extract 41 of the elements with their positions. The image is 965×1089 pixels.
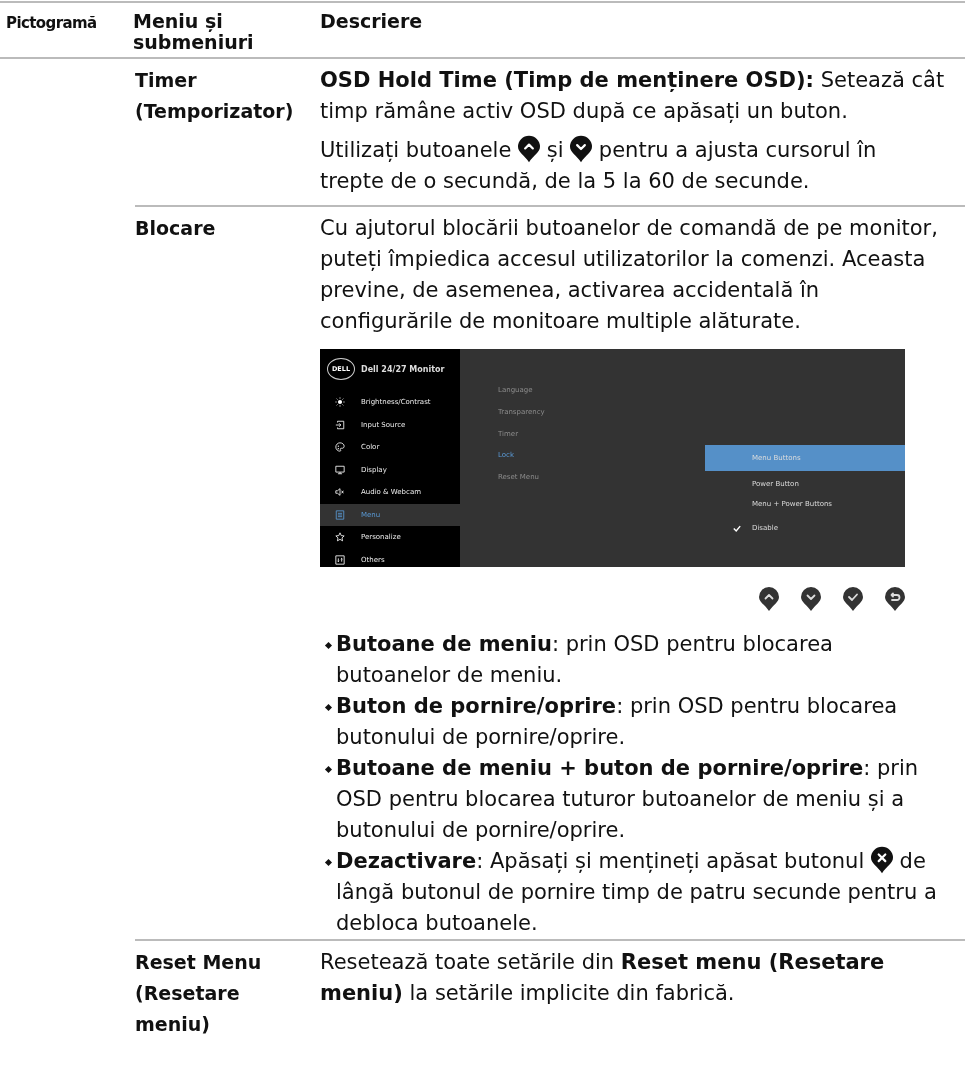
bullet-text: Dezactivare: Apăsați și mențineți apăsat butonul (336, 849, 865, 873)
bullet-text: de (899, 849, 926, 873)
check-icon (733, 524, 741, 532)
bullet-icon (324, 703, 333, 712)
input-icon (335, 419, 345, 430)
osd-title: Dell 24/27 Monitor (361, 364, 445, 374)
description-text: Resetează toate setările din Reset menu (Resetare meniu) la setările implicite din fabrică. (320, 950, 885, 1005)
bullet-text: Butoane de meniu + buton de pornire/oprire: prin OSD pentru blocarea tuturor butoanelor de meniu și a butonului de pornire/oprire. (336, 756, 919, 842)
bullet-icon (324, 858, 333, 867)
brightness-icon (335, 397, 345, 408)
pin-icon (759, 587, 779, 611)
description-text: pentru a ajusta cursorul în (598, 138, 877, 162)
menu-icon (335, 509, 345, 520)
bullet-text: debloca butoanele. (336, 911, 538, 935)
menu-name: Reset Menu (Resetare meniu) (135, 950, 263, 1037)
menu-name: Blocare (135, 216, 217, 241)
display-icon (335, 464, 345, 475)
column-header: Descriere (320, 11, 424, 34)
description-text: trepte de o secundă, de la 5 la 60 de secunde. (320, 169, 810, 193)
bullet-icon (324, 641, 333, 650)
bullet-icon (324, 765, 333, 774)
description-text: și (546, 138, 564, 162)
description-text: Utilizați butoanele (320, 138, 512, 162)
others-icon (335, 554, 345, 565)
pin-icon (570, 135, 593, 163)
color-icon (335, 442, 345, 453)
description-text: Cu ajutorul blocării butoanelor de comandă de pe monitor, puteți împiedica accesul utilizatorilor la comenzi. Aceasta previne, de asemenea, activarea accidentală în configurările de monitoare multiple alăturate. (320, 216, 938, 333)
star-icon (335, 532, 345, 543)
pin-icon (870, 846, 893, 874)
menu-name: Timer (Temporizator) (135, 68, 295, 124)
column-header: Meniu și submeniuri (133, 11, 255, 53)
audio-icon (335, 487, 345, 498)
bullet-text: Buton de pornire/oprire: prin OSD pentru blocarea butonului de pornire/oprire. (336, 694, 898, 749)
pin-icon (518, 135, 540, 163)
pin-icon (885, 587, 905, 611)
bullet-text: Butoane de meniu: prin OSD pentru blocarea butoanelor de meniu. (336, 632, 833, 687)
pin-icon (843, 587, 863, 611)
bullet-text: lângă butonul de pornire timp de patru secunde pentru a (336, 880, 937, 904)
pin-icon (801, 587, 821, 611)
column-header: Pictogramă (5, 13, 98, 34)
description-text: OSD Hold Time (Timp de menținere OSD): Setează cât timp rămâne activ OSD după ce apăsați un buton. (320, 68, 945, 123)
